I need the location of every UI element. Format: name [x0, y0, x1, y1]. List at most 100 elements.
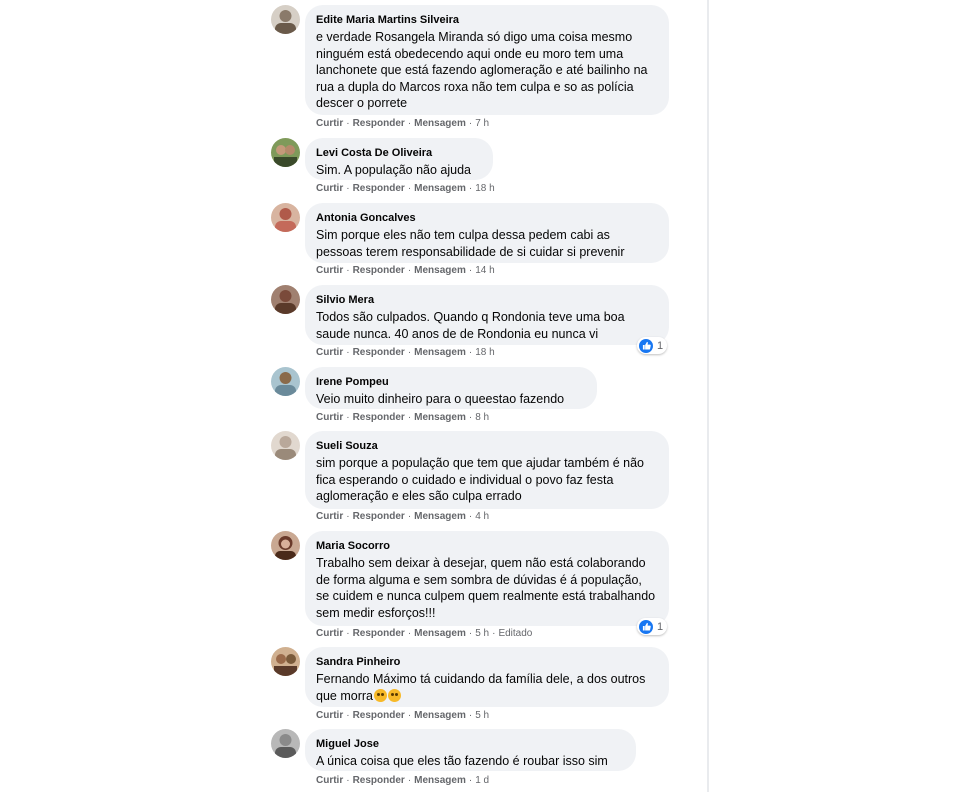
comment-text: sim porque a população que tem que ajuda… — [316, 456, 644, 503]
comment-bubble: Miguel Jose A única coisa que eles tão f… — [305, 729, 636, 771]
reply-link[interactable]: Responder — [353, 347, 405, 358]
message-link[interactable]: Mensagem — [414, 775, 466, 786]
like-link[interactable]: Curtir — [316, 628, 343, 639]
comment-bubble: Sueli Souza sim porque a população que t… — [305, 431, 669, 509]
message-link[interactable]: Mensagem — [414, 710, 466, 721]
comment-bubble: Irene Pompeu Veio muito dinheiro para o … — [305, 367, 597, 409]
comment-actions: Curtir · Responder · Mensagem · 18 h — [316, 347, 495, 358]
avatar[interactable] — [271, 531, 300, 560]
message-link[interactable]: Mensagem — [414, 511, 466, 522]
comment-bubble: Levi Costa De Oliveira Sim. A população … — [305, 138, 493, 180]
comment: Irene Pompeu Veio muito dinheiro para o … — [271, 367, 691, 425]
comment-actions: Curtir · Responder · Mensagem · 7 h — [316, 118, 490, 129]
message-link[interactable]: Mensagem — [414, 118, 466, 129]
comment-time[interactable]: 5 h — [475, 628, 489, 639]
comment-time[interactable]: 7 h — [475, 118, 489, 129]
comment-text: e verdade Rosangela Miranda só digo uma … — [316, 30, 648, 110]
reaction-count: 1 — [657, 339, 664, 352]
like-link[interactable]: Curtir — [316, 265, 343, 276]
like-link[interactable]: Curtir — [316, 710, 343, 721]
comment-text: Veio muito dinheiro para o queestao faze… — [316, 392, 565, 406]
like-link[interactable]: Curtir — [316, 118, 343, 129]
comment-author[interactable]: Silvio Mera — [316, 293, 657, 307]
avatar[interactable] — [271, 138, 300, 167]
reply-link[interactable]: Responder — [353, 183, 405, 194]
reply-link[interactable]: Responder — [353, 628, 405, 639]
like-reaction-icon — [639, 338, 653, 353]
comment-bubble: Antonia Goncalves Sim porque eles não te… — [305, 203, 669, 263]
message-link[interactable]: Mensagem — [414, 412, 466, 423]
comment-text: A única coisa que eles tão fazendo é rou… — [316, 754, 608, 768]
comment-author[interactable]: Sandra Pinheiro — [316, 655, 657, 669]
crying-laughing-emoji-icon — [373, 688, 387, 702]
comment-time[interactable]: 8 h — [475, 412, 489, 423]
comment-time[interactable]: 1 d — [475, 775, 489, 786]
comment-time[interactable]: 14 h — [475, 265, 494, 276]
like-reaction-icon — [639, 619, 653, 634]
comment: Maria Socorro Trabalho sem deixar à dese… — [271, 531, 691, 641]
like-link[interactable]: Curtir — [316, 775, 343, 786]
comment-actions: Curtir · Responder · Mensagem · 5 h · Editado — [316, 628, 533, 639]
comment-text: Sim porque eles não tem culpa dessa pede… — [316, 228, 625, 259]
comment-time[interactable]: 5 h — [475, 710, 489, 721]
comment-author[interactable]: Irene Pompeu — [316, 375, 585, 389]
avatar[interactable] — [271, 367, 300, 396]
comment-bubble: Sandra Pinheiro Fernando Máximo tá cuida… — [305, 647, 669, 707]
reaction-badge[interactable]: 1 — [637, 337, 668, 354]
comment: Levi Costa De Oliveira Sim. A população … — [271, 138, 691, 196]
comment: Silvio Mera Todos são culpados. Quando q… — [271, 285, 691, 361]
avatar[interactable] — [271, 285, 300, 314]
comment-author[interactable]: Maria Socorro — [316, 539, 657, 553]
comment-text: Fernando Máximo tá cuidando da família d… — [316, 671, 657, 704]
avatar[interactable] — [271, 203, 300, 232]
message-link[interactable]: Mensagem — [414, 347, 466, 358]
feed-right-edge — [707, 0, 709, 792]
pleading-face-emoji-icon — [387, 688, 401, 702]
avatar[interactable] — [271, 647, 300, 676]
message-link[interactable]: Mensagem — [414, 183, 466, 194]
comment-text: Trabalho sem deixar à desejar, quem não … — [316, 556, 656, 620]
reply-link[interactable]: Responder — [353, 118, 405, 129]
comment-actions: Curtir · Responder · Mensagem · 5 h — [316, 710, 490, 721]
comment-time[interactable]: 18 h — [475, 183, 494, 194]
comment-author[interactable]: Levi Costa De Oliveira — [316, 146, 481, 160]
comment-author[interactable]: Edite Maria Martins Silveira — [316, 13, 657, 27]
edited-label[interactable]: Editado — [498, 628, 532, 639]
comment-actions: Curtir · Responder · Mensagem · 4 h — [316, 511, 490, 522]
comment-time[interactable]: 18 h — [475, 347, 494, 358]
avatar[interactable] — [271, 5, 300, 34]
comment: Edite Maria Martins Silveira e verdade R… — [271, 5, 691, 133]
reply-link[interactable]: Responder — [353, 775, 405, 786]
like-link[interactable]: Curtir — [316, 511, 343, 522]
comment-actions: Curtir · Responder · Mensagem · 1 d — [316, 775, 490, 786]
like-link[interactable]: Curtir — [316, 183, 343, 194]
reply-link[interactable]: Responder — [353, 710, 405, 721]
comment-bubble: Silvio Mera Todos são culpados. Quando q… — [305, 285, 669, 345]
like-link[interactable]: Curtir — [316, 347, 343, 358]
comment-bubble: Edite Maria Martins Silveira e verdade R… — [305, 5, 669, 115]
message-link[interactable]: Mensagem — [414, 628, 466, 639]
comment-actions: Curtir · Responder · Mensagem · 14 h — [316, 265, 495, 276]
comment-time[interactable]: 4 h — [475, 511, 489, 522]
comment: Miguel Jose A única coisa que eles tão f… — [271, 729, 691, 789]
reply-link[interactable]: Responder — [353, 511, 405, 522]
reply-link[interactable]: Responder — [353, 412, 405, 423]
comment-author[interactable]: Antonia Goncalves — [316, 211, 657, 225]
comment-text: Sim. A população não ajuda — [316, 163, 471, 177]
comment-actions: Curtir · Responder · Mensagem · 18 h — [316, 183, 495, 194]
comment-author[interactable]: Sueli Souza — [316, 439, 657, 453]
comment-text: Todos são culpados. Quando q Rondonia te… — [316, 310, 625, 341]
comment: Sueli Souza sim porque a população que t… — [271, 431, 691, 524]
comment-bubble: Maria Socorro Trabalho sem deixar à dese… — [305, 531, 669, 626]
comment: Antonia Goncalves Sim porque eles não te… — [271, 203, 691, 279]
reaction-count: 1 — [657, 620, 664, 633]
like-link[interactable]: Curtir — [316, 412, 343, 423]
avatar[interactable] — [271, 431, 300, 460]
reaction-badge[interactable]: 1 — [637, 618, 668, 635]
message-link[interactable]: Mensagem — [414, 265, 466, 276]
comment-actions: Curtir · Responder · Mensagem · 8 h — [316, 412, 490, 423]
reply-link[interactable]: Responder — [353, 265, 405, 276]
comment-author[interactable]: Miguel Jose — [316, 737, 624, 751]
avatar[interactable] — [271, 729, 300, 758]
comment: Sandra Pinheiro Fernando Máximo tá cuida… — [271, 647, 691, 723]
